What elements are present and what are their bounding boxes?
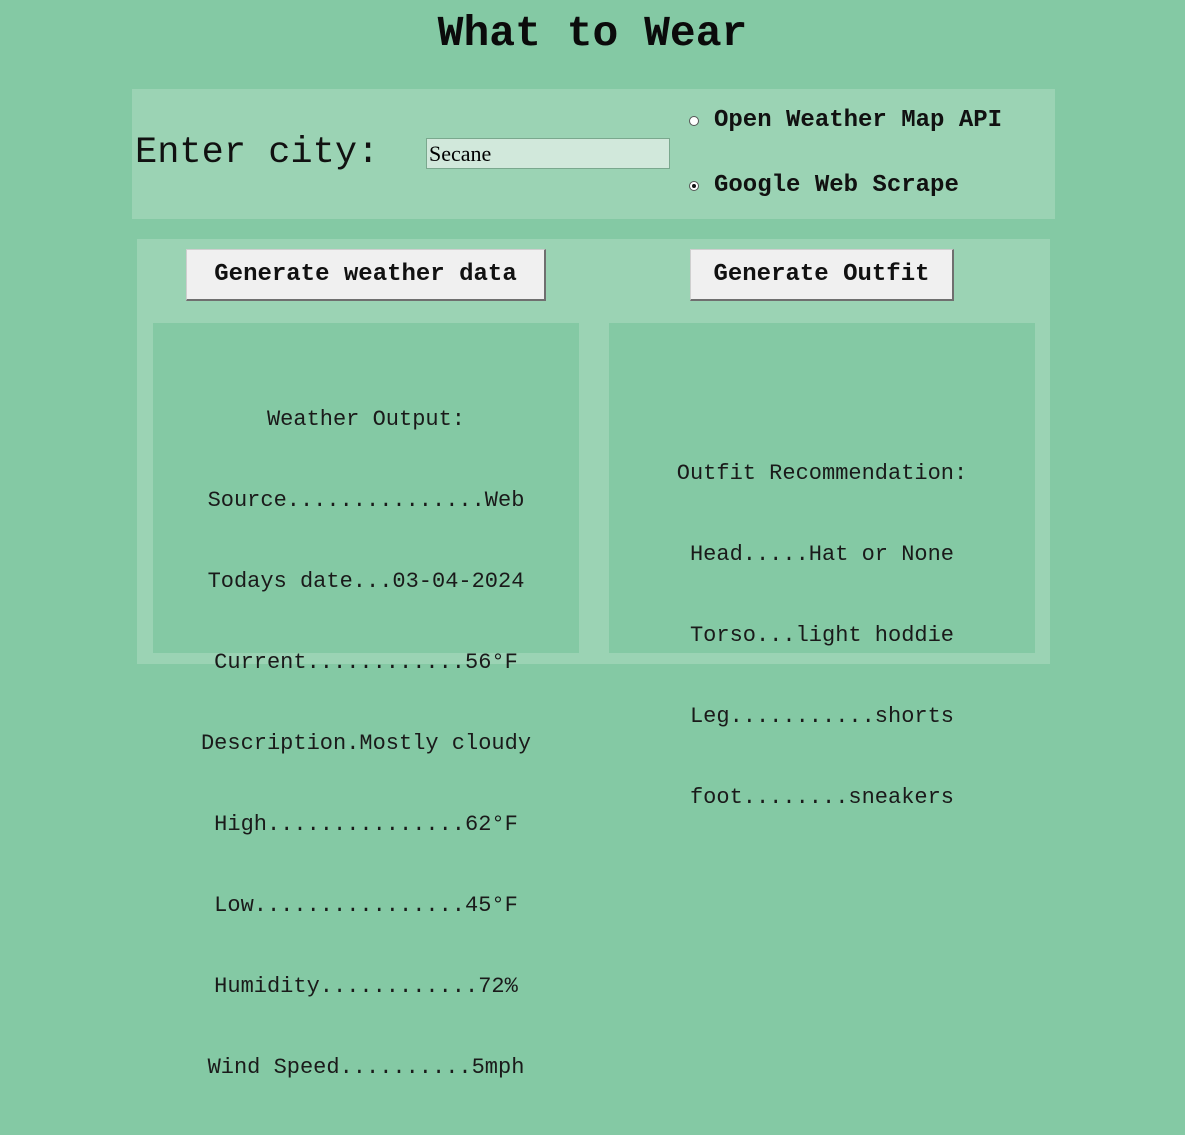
outfit-output-text: Outfit Recommendation: Head.....Hat or N… xyxy=(609,406,1035,865)
city-input-panel: Enter city: Open Weather Map API Google … xyxy=(132,89,1055,219)
weather-output-box: Weather Output: Source...............Web… xyxy=(153,323,579,1080)
radio-label-google-web-scrape: Google Web Scrape xyxy=(714,172,959,199)
weather-output-line: Todays date...03-04-2024 xyxy=(207,569,525,594)
radio-label-open-weather-map: Open Weather Map API xyxy=(714,107,1003,134)
weather-output-text: Weather Output: Source...............Web… xyxy=(153,352,579,1135)
outfit-output-box: Outfit Recommendation: Head.....Hat or N… xyxy=(609,323,1035,810)
radio-open-weather-map[interactable]: Open Weather Map API xyxy=(689,106,1002,136)
weather-output-line: Low................45°F xyxy=(214,893,518,918)
outfit-output-line: Head.....Hat or None xyxy=(689,542,955,567)
radio-button-icon[interactable] xyxy=(689,116,699,126)
weather-output-line: Weather Output: xyxy=(266,407,466,432)
radio-google-web-scrape[interactable]: Google Web Scrape xyxy=(689,171,959,201)
city-input[interactable] xyxy=(426,138,670,169)
weather-output-line: Description.Mostly cloudy xyxy=(200,731,532,756)
city-label: Enter city: xyxy=(135,132,380,174)
radio-button-selected-icon[interactable] xyxy=(689,181,699,191)
main-panel: Generate weather data Generate Outfit We… xyxy=(137,239,1050,1080)
weather-output-line: Humidity............72% xyxy=(214,974,518,999)
weather-output-line: Source...............Web xyxy=(207,488,525,513)
weather-output-line: High...............62°F xyxy=(214,812,518,837)
weather-output-line: Current............56°F xyxy=(214,650,518,675)
generate-weather-button[interactable]: Generate weather data xyxy=(186,249,546,301)
outfit-output-line: Torso...light hoddie xyxy=(689,623,955,648)
outfit-output-line: Leg...........shorts xyxy=(689,704,955,729)
outfit-output-line: Outfit Recommendation: xyxy=(676,461,968,486)
generate-outfit-button[interactable]: Generate Outfit xyxy=(690,249,954,301)
outfit-output-line: foot........sneakers xyxy=(689,785,955,810)
app-title: What to Wear xyxy=(437,9,748,58)
weather-output-line: Wind Speed..........5mph xyxy=(207,1055,525,1080)
